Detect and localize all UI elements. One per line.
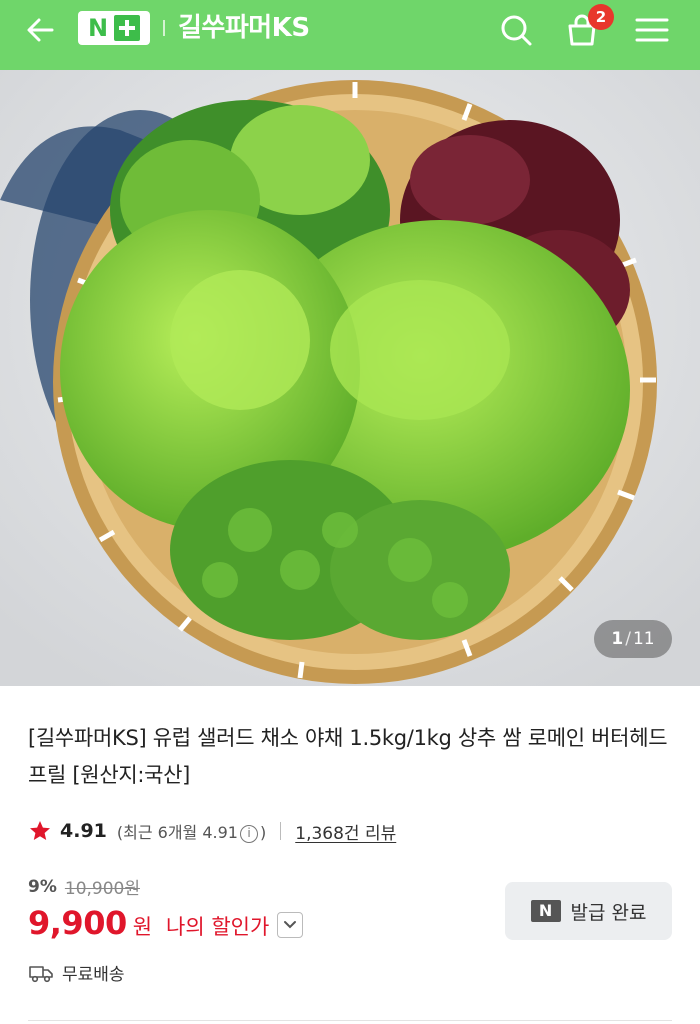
coupon-label: 발급 완료 (570, 901, 647, 924)
original-price: 10,900원 (64, 879, 140, 899)
shipping-row: 무료배송 (28, 960, 125, 985)
rating-row: 4.91 (최근 6개월 4.91 i) 1,368건 리뷰 (28, 816, 396, 846)
cart-count-badge: 2 (588, 4, 614, 30)
discount-row: 9% 10,900원 (28, 874, 140, 900)
star-icon (30, 821, 50, 840)
coupon-issued-button[interactable]: N 발급 완료 (505, 882, 672, 940)
recent-rating-text: (최근 6개월 4.91 (116, 823, 238, 842)
section-divider (28, 1020, 672, 1021)
logo-n: N (87, 14, 109, 42)
naver-n-icon: N (530, 900, 561, 922)
info-icon[interactable]: i (240, 824, 258, 843)
back-arrow-icon (27, 18, 54, 42)
image-counter-total: 11 (632, 629, 655, 649)
recent-rating-close: ) (260, 823, 267, 842)
search-button[interactable] (496, 10, 536, 50)
product-image[interactable]: 1/11 (0, 70, 700, 686)
my-discount-price-label[interactable]: 나의 할인가 (166, 911, 269, 941)
shipping-label: 무료배송 (62, 965, 125, 985)
salad-basket-illustration (0, 70, 700, 686)
price-row: 9,900 원 나의 할인가 (28, 904, 304, 942)
search-icon (501, 15, 532, 46)
image-counter-separator: / (625, 629, 631, 649)
product-title: [길쑤파머KS] 유럽 샐러드 채소 야채 1.5kg/1kg 상추 쌈 로메인… (28, 726, 668, 787)
rating-score: 4.91 (60, 820, 107, 842)
chevron-down-icon (284, 921, 297, 929)
truck-icon (29, 965, 53, 982)
currency-label: 원 (132, 915, 153, 939)
review-count-link[interactable]: 1,368건 리뷰 (295, 819, 396, 844)
recent-rating: (최근 6개월 4.91 i) (117, 819, 266, 843)
plus-icon (114, 15, 141, 41)
sale-price: 9,900 (28, 904, 127, 942)
image-counter: 1/11 (594, 620, 672, 658)
my-price-toggle-button[interactable] (277, 912, 304, 938)
naver-plus-logo[interactable]: N (78, 11, 150, 45)
discount-rate: 9% (28, 876, 57, 897)
rating-divider (280, 822, 282, 840)
menu-button[interactable] (632, 10, 672, 50)
menu-icon (635, 18, 669, 42)
image-counter-current: 1 (611, 629, 624, 649)
top-header: N 길쑤파머KS 2 (0, 0, 700, 70)
back-button[interactable] (22, 12, 62, 48)
header-divider (163, 20, 165, 36)
store-name[interactable]: 길쑤파머KS (178, 12, 310, 44)
